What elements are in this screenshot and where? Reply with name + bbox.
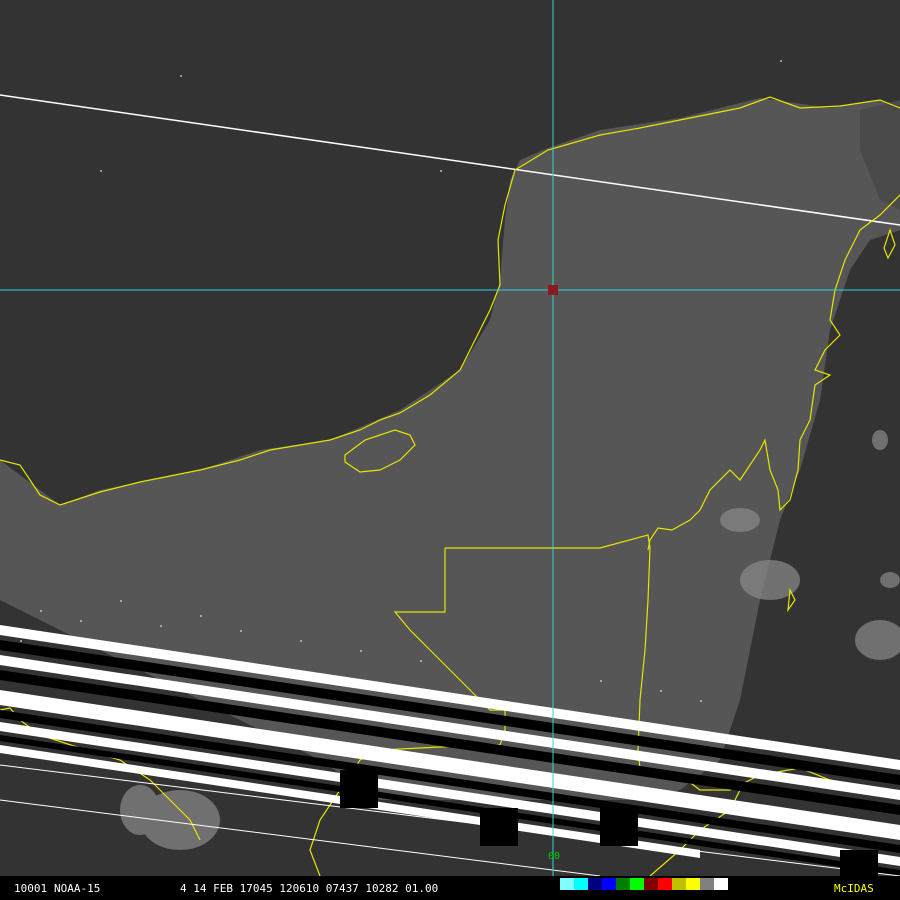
palette-swatch [602,878,616,890]
status-bar: 10001 NOAA-15 4 14 FEB 17045 120610 0743… [0,876,900,900]
satellite-name: NOAA-15 [54,882,101,895]
palette-swatch [672,878,686,890]
palette-swatch [700,878,714,890]
color-palette-bar [560,878,728,890]
palette-swatch [714,878,728,890]
cursor-marker[interactable] [548,285,558,295]
palette-swatch [644,878,658,890]
palette-swatch [574,878,588,890]
palette-swatch [588,878,602,890]
palette-swatch [658,878,672,890]
frame-number: 10001 [14,882,48,895]
satellite-image[interactable]: 00 [0,0,900,876]
image-info-line: 4 14 FEB 17045 120610 07437 10282 01.00 [180,882,439,895]
palette-swatch [560,878,574,890]
palette-swatch [616,878,630,890]
cursor-label: 00 [548,851,560,862]
palette-swatch [630,878,644,890]
software-label: McIDAS [834,882,874,895]
palette-swatch [686,878,700,890]
